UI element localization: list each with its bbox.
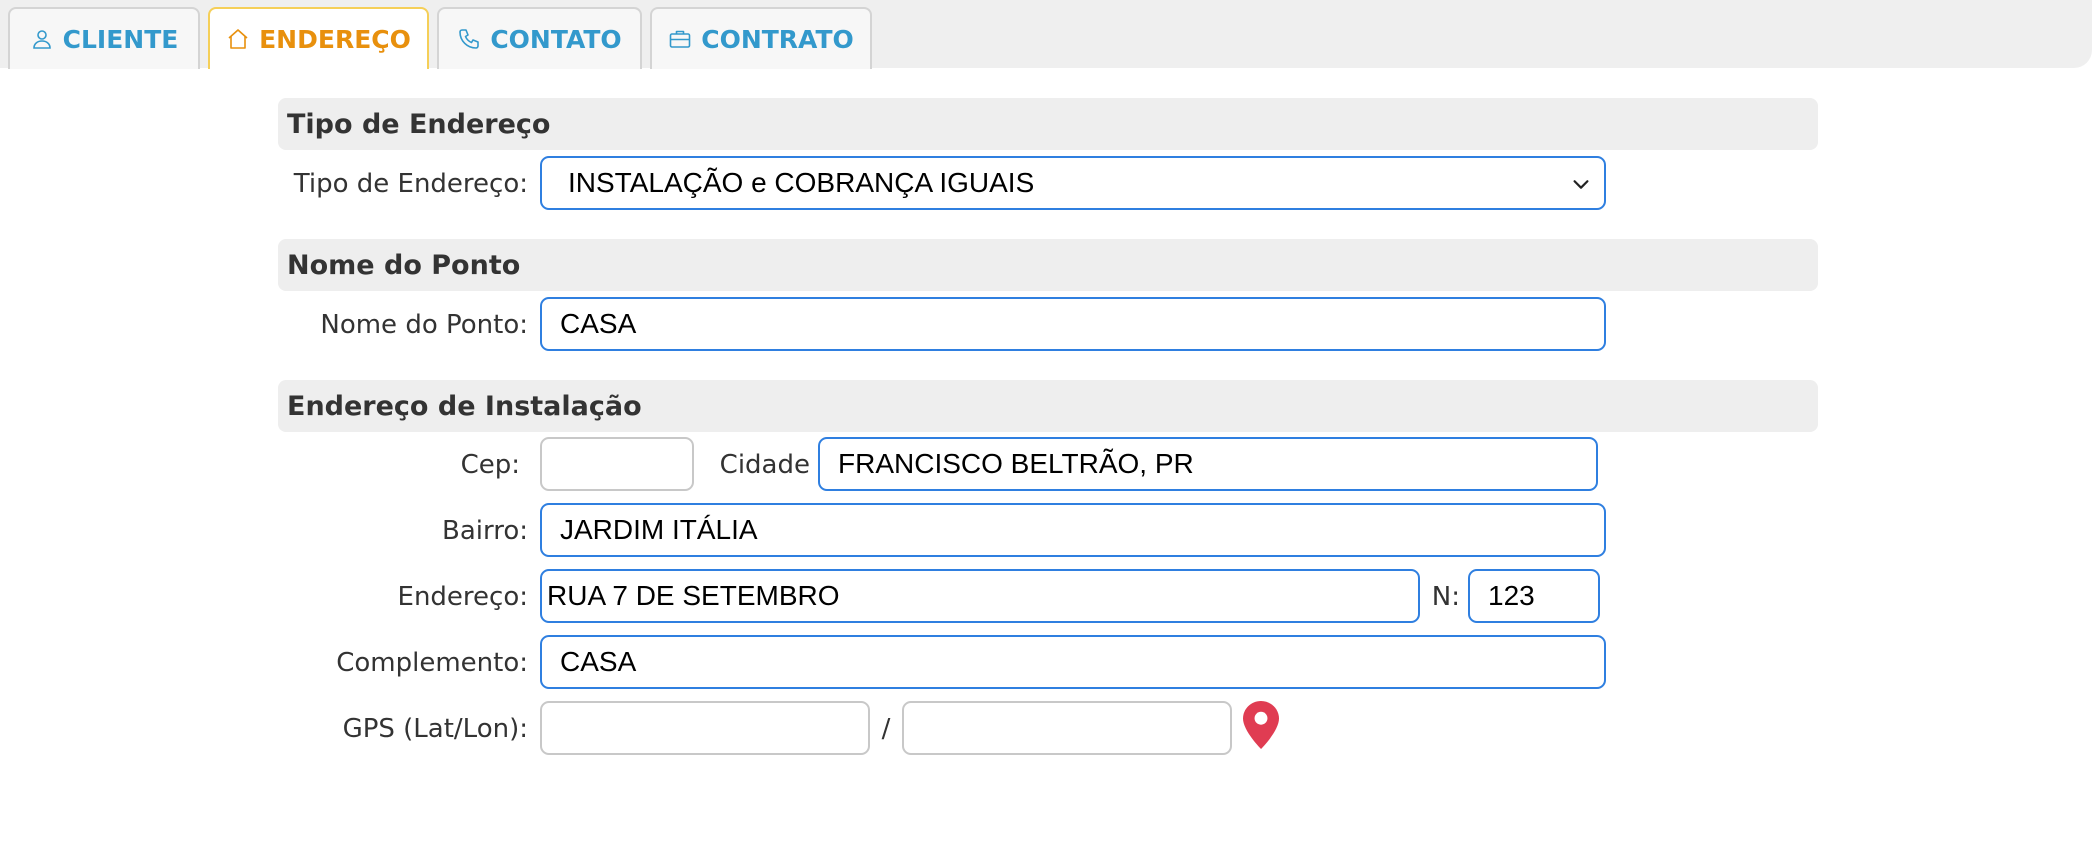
gps-separator: / [881, 714, 891, 744]
gps-lat-input[interactable] [540, 701, 870, 755]
tab-cliente-label: CLIENTE [62, 24, 179, 54]
nome-ponto-input[interactable]: CASA [540, 297, 1606, 351]
section-tipo-endereco-title: Tipo de Endereço [287, 108, 551, 140]
nome-ponto-label: Nome do Ponto: [320, 310, 528, 340]
complemento-label: Complemento: [336, 648, 528, 678]
numero-input[interactable]: 123 [1468, 569, 1600, 623]
bairro-label: Bairro: [441, 516, 528, 546]
cep-input[interactable] [540, 437, 694, 491]
home-icon [228, 29, 248, 49]
tab-cliente[interactable]: CLIENTE [8, 7, 200, 69]
cidade-label: Cidade [719, 450, 810, 480]
tab-contato-label: CONTATO [490, 24, 622, 54]
gps-lon-input[interactable] [902, 701, 1232, 755]
section-endereco-instalacao: Endereço de Instalação [278, 380, 1818, 432]
tab-contato[interactable]: CONTATO [437, 7, 642, 69]
briefcase-icon [669, 30, 691, 48]
section-tipo-endereco: Tipo de Endereço [278, 98, 1818, 150]
tab-endereco-label: ENDEREÇO [259, 24, 411, 54]
nome-ponto-value: CASA [560, 308, 637, 339]
tab-contrato[interactable]: CONTRATO [650, 7, 872, 69]
tipo-endereco-label: Tipo de Endereço: [293, 169, 528, 199]
endereco-value: RUA 7 DE SETEMBRO [547, 580, 840, 611]
endereco-label: Endereço: [397, 582, 528, 612]
numero-value: 123 [1488, 580, 1535, 611]
tipo-endereco-select[interactable]: INSTALAÇÃO e COBRANÇA IGUAIS [540, 156, 1606, 210]
gps-label: GPS (Lat/Lon): [342, 714, 528, 744]
bairro-input[interactable]: JARDIM ITÁLIA [540, 503, 1606, 557]
section-nome-ponto: Nome do Ponto [278, 239, 1818, 291]
user-icon [32, 30, 51, 49]
cep-label: Cep: [460, 450, 520, 480]
section-nome-ponto-title: Nome do Ponto [287, 249, 521, 281]
cidade-input[interactable]: FRANCISCO BELTRÃO, PR [818, 437, 1598, 491]
tab-endereco[interactable]: ENDEREÇO [208, 7, 429, 69]
complemento-value: CASA [560, 646, 637, 677]
chevron-down-icon [1573, 180, 1589, 189]
bairro-value: JARDIM ITÁLIA [560, 514, 758, 545]
phone-icon [459, 29, 480, 49]
tab-contrato-label: CONTRATO [701, 24, 854, 54]
numero-label: N: [1431, 582, 1460, 612]
endereco-input[interactable]: RUA 7 DE SETEMBRO [540, 569, 1420, 623]
section-endereco-instalacao-title: Endereço de Instalação [287, 390, 642, 422]
tab-bar: CLIENTE ENDEREÇO CONTATO CONTRATO [0, 0, 2092, 69]
map-pin-icon[interactable] [1243, 701, 1279, 749]
cidade-value: FRANCISCO BELTRÃO, PR [838, 448, 1194, 479]
complemento-input[interactable]: CASA [540, 635, 1606, 689]
tipo-endereco-value: INSTALAÇÃO e COBRANÇA IGUAIS [568, 167, 1035, 198]
